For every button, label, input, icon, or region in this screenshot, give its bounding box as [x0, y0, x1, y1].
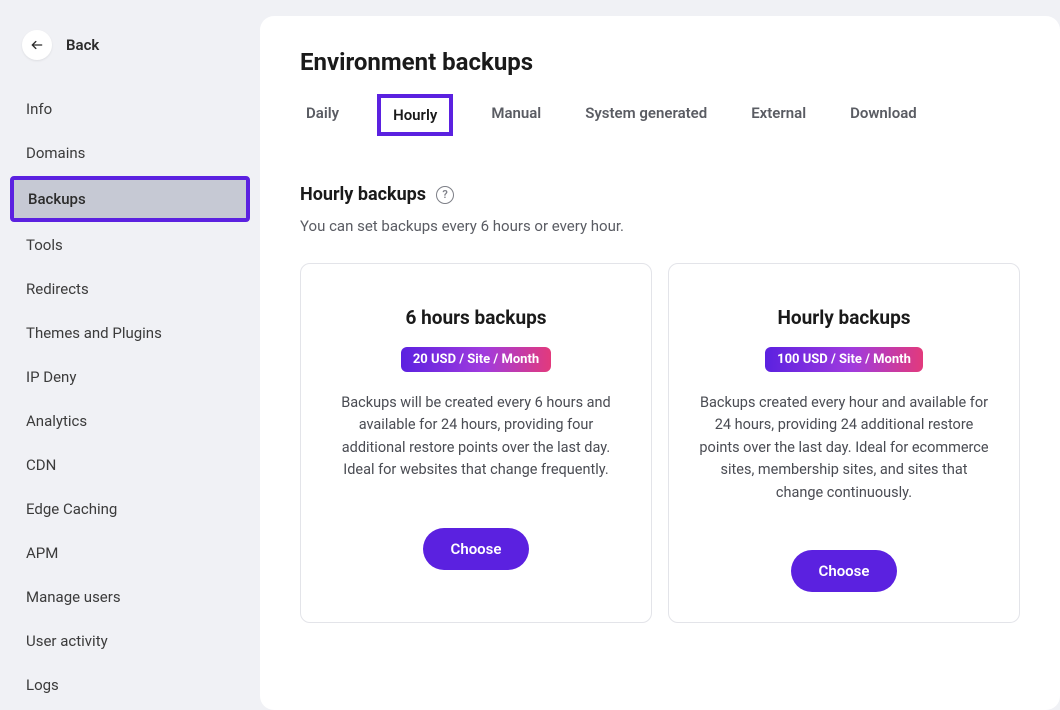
plan-card-6hours: 6 hours backups 20 USD / Site / Month Ba… [300, 263, 652, 623]
tab-daily[interactable]: Daily [300, 94, 345, 136]
plan-title: 6 hours backups [405, 306, 546, 329]
choose-button-hourly[interactable]: Choose [791, 550, 898, 592]
choose-button-6hours[interactable]: Choose [423, 528, 530, 570]
price-badge: 20 USD / Site / Month [401, 347, 551, 372]
section-description: You can set backups every 6 hours or eve… [300, 217, 1020, 235]
tab-system-generated[interactable]: System generated [579, 94, 713, 136]
sidebar-item-edge-caching[interactable]: Edge Caching [10, 488, 250, 530]
plan-title: Hourly backups [777, 306, 910, 329]
section-header: Hourly backups ? [300, 184, 1020, 205]
help-icon[interactable]: ? [436, 186, 454, 204]
back-label: Back [66, 36, 99, 54]
sidebar-item-info[interactable]: Info [10, 88, 250, 130]
main-panel: Environment backups Daily Hourly Manual … [260, 16, 1060, 710]
sidebar-item-domains[interactable]: Domains [10, 132, 250, 174]
sidebar-item-apm[interactable]: APM [10, 532, 250, 574]
plan-card-hourly: Hourly backups 100 USD / Site / Month Ba… [668, 263, 1020, 623]
plan-description: Backups will be created every 6 hours an… [329, 392, 623, 482]
sidebar-item-ip-deny[interactable]: IP Deny [10, 356, 250, 398]
sidebar-item-redirects[interactable]: Redirects [10, 268, 250, 310]
sidebar-item-analytics[interactable]: Analytics [10, 400, 250, 442]
sidebar-item-logs[interactable]: Logs [10, 664, 250, 706]
plan-description: Backups created every hour and available… [697, 392, 991, 504]
plan-row: 6 hours backups 20 USD / Site / Month Ba… [300, 263, 1020, 623]
price-badge: 100 USD / Site / Month [765, 347, 923, 372]
tab-manual[interactable]: Manual [485, 94, 547, 136]
back-arrow-icon [22, 30, 52, 60]
sidebar-item-user-activity[interactable]: User activity [10, 620, 250, 662]
sidebar-item-tools[interactable]: Tools [10, 224, 250, 266]
tabs: Daily Hourly Manual System generated Ext… [300, 94, 1020, 136]
sidebar-item-manage-users[interactable]: Manage users [10, 576, 250, 618]
sidebar-item-cdn[interactable]: CDN [10, 444, 250, 486]
page-title: Environment backups [300, 48, 1020, 76]
tab-external[interactable]: External [745, 94, 812, 136]
tab-download[interactable]: Download [844, 94, 923, 136]
sidebar-item-themes-plugins[interactable]: Themes and Plugins [10, 312, 250, 354]
sidebar-nav: Info Domains Backups Tools Redirects The… [10, 88, 250, 706]
section-title: Hourly backups [300, 184, 426, 205]
tab-hourly[interactable]: Hourly [377, 94, 453, 136]
back-link[interactable]: Back [10, 20, 250, 70]
sidebar: Back Info Domains Backups Tools Redirect… [0, 0, 260, 710]
sidebar-item-backups[interactable]: Backups [10, 176, 250, 222]
